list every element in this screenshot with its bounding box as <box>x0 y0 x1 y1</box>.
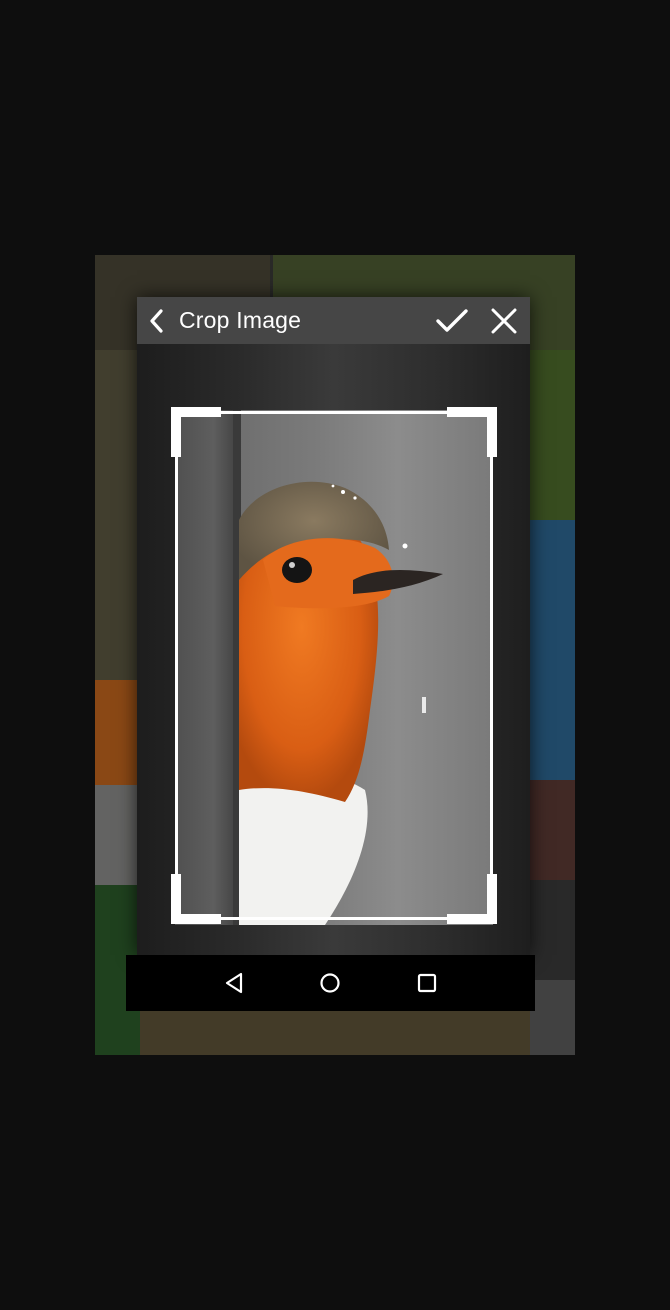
navigation-bar <box>126 955 535 1011</box>
nav-back-button[interactable] <box>214 963 254 1003</box>
close-button[interactable] <box>478 297 530 344</box>
back-button[interactable] <box>139 297 175 344</box>
nav-back-triangle-icon <box>226 972 243 994</box>
confirm-button[interactable] <box>426 297 478 344</box>
crop-frame[interactable] <box>171 407 497 924</box>
crop-handle-bottom-left-vertical[interactable] <box>171 874 181 924</box>
crop-handle-top-right-vertical[interactable] <box>487 407 497 457</box>
crop-canvas[interactable] <box>137 344 530 955</box>
check-icon <box>436 308 468 332</box>
crop-handle-top-left-vertical[interactable] <box>171 407 181 457</box>
nav-recents-square-icon <box>417 973 436 993</box>
nav-home-button[interactable] <box>310 963 350 1003</box>
close-icon <box>491 308 517 333</box>
nav-recents-button[interactable] <box>407 963 447 1003</box>
crop-handle-bottom-right-vertical[interactable] <box>487 874 497 924</box>
nav-home-circle-icon <box>320 973 341 993</box>
crop-image-dialog: Crop Image <box>137 297 530 955</box>
toolbar: Crop Image <box>137 297 530 344</box>
page-title: Crop Image <box>179 307 302 333</box>
crop-border <box>175 411 493 920</box>
chevron-left-icon <box>150 308 163 333</box>
